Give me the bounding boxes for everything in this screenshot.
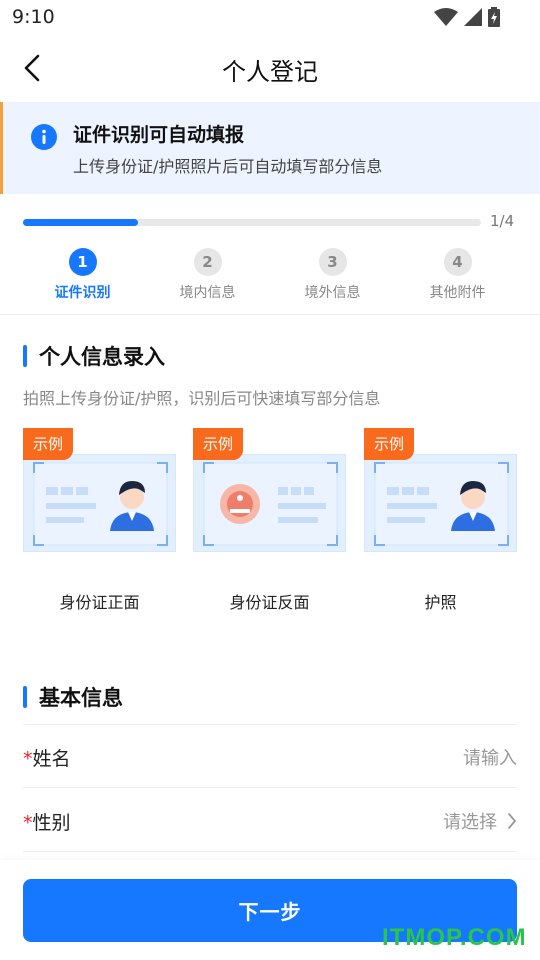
- card-label: 身份证正面: [59, 593, 140, 612]
- step-4[interactable]: 4 其他附件: [395, 248, 520, 308]
- basic-info-form: *姓名 请输入 *性别 请选择: [23, 724, 517, 874]
- watermark: ITMOP.COM: [382, 924, 527, 951]
- name-placeholder: 请输入: [463, 748, 517, 769]
- name-input[interactable]: 请输入: [463, 744, 517, 770]
- basic-section-header: 基本信息: [23, 682, 123, 712]
- example-tag: 示例: [364, 428, 415, 460]
- required-mark: *: [23, 812, 33, 834]
- upload-card-passport[interactable]: 示例 护照: [364, 428, 517, 618]
- upload-card-id-front[interactable]: 示例 身份证正面: [23, 428, 176, 618]
- gender-select[interactable]: 请选择: [443, 808, 517, 834]
- example-tag: 示例: [193, 428, 244, 460]
- page-title: 个人登记: [222, 58, 318, 86]
- progress-fill: [23, 219, 138, 226]
- passport-icon: [364, 454, 517, 552]
- step-label: 境内信息: [179, 285, 236, 301]
- chevron-right-icon: [508, 813, 516, 829]
- personal-section-header: 个人信息录入: [23, 341, 165, 371]
- card-label: 身份证反面: [229, 593, 310, 612]
- progress-text: 1/4: [490, 212, 515, 230]
- form-row-name[interactable]: *姓名 请输入: [23, 725, 517, 788]
- gender-label: *性别: [23, 808, 71, 835]
- step-number: 4: [443, 248, 472, 276]
- battery-icon: [488, 7, 500, 27]
- step-label: 境外信息: [304, 285, 361, 301]
- section-accent-bar: [23, 345, 27, 367]
- gender-label-text: 性别: [32, 812, 71, 834]
- section-accent-bar: [23, 686, 27, 708]
- section-title: 基本信息: [39, 686, 123, 710]
- upload-card-id-back[interactable]: 示例 身份证反面: [193, 428, 346, 618]
- example-tag: 示例: [23, 428, 74, 460]
- divider: [0, 314, 540, 315]
- gender-placeholder: 请选择: [443, 812, 497, 833]
- status-bar: 9:10: [0, 0, 540, 36]
- step-3[interactable]: 3 境外信息: [270, 248, 395, 308]
- step-label: 其他附件: [429, 285, 486, 301]
- status-time: 9:10: [12, 6, 55, 28]
- progress-bar: [23, 219, 481, 226]
- info-icon: [31, 124, 57, 150]
- status-icons: [434, 7, 500, 27]
- form-row-gender[interactable]: *性别 请选择: [23, 789, 517, 852]
- step-number: 1: [68, 248, 97, 276]
- step-indicator: 1 证件识别 2 境内信息 3 境外信息 4 其他附件: [20, 248, 520, 308]
- required-mark: *: [23, 748, 33, 770]
- signal-icon: [464, 8, 482, 26]
- name-label: *姓名: [23, 744, 71, 771]
- wifi-icon: [434, 8, 458, 26]
- nav-bar: 个人登记: [0, 36, 540, 100]
- name-label-text: 姓名: [32, 748, 71, 770]
- step-1[interactable]: 1 证件识别: [20, 248, 145, 308]
- step-2[interactable]: 2 境内信息: [145, 248, 270, 308]
- section-subtitle: 拍照上传身份证/护照，识别后可快速填写部分信息: [23, 389, 381, 408]
- document-upload-cards: 示例 身份证正面 示例 身份证反面 示例 护照: [23, 428, 517, 618]
- step-number: 3: [318, 248, 347, 276]
- id-card-back-icon: [193, 454, 346, 552]
- card-label: 护照: [424, 593, 457, 612]
- notice-title: 证件识别可自动填报: [73, 124, 245, 146]
- step-number: 2: [193, 248, 222, 276]
- section-title: 个人信息录入: [39, 345, 165, 369]
- step-label: 证件识别: [54, 285, 111, 301]
- id-card-front-icon: [23, 454, 176, 552]
- notice-banner: 证件识别可自动填报 上传身份证/护照照片后可自动填写部分信息: [0, 102, 540, 194]
- notice-subtitle: 上传身份证/护照照片后可自动填写部分信息: [73, 157, 383, 176]
